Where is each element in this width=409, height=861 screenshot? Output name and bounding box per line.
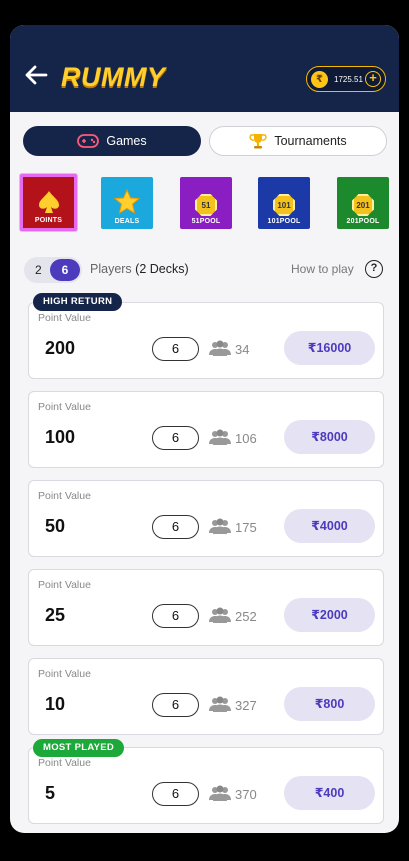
point-value: 50 bbox=[45, 516, 66, 536]
app-screen: RUMMY ₹ 1725.51 + Games Tournaments POIN… bbox=[10, 25, 399, 833]
entry-fee-button[interactable]: ₹4000 bbox=[284, 509, 375, 543]
players-option-6[interactable]: 6 bbox=[50, 259, 80, 281]
variant-201-pool-label: 201POOL bbox=[346, 218, 380, 225]
entry-fee-button[interactable]: ₹800 bbox=[284, 687, 375, 721]
variant-deals-label: DEALS bbox=[114, 218, 140, 225]
seat-count: 6 bbox=[152, 337, 199, 361]
players-online-icon bbox=[209, 429, 231, 445]
table-row[interactable]: Point Value 10 6 327 ₹800 bbox=[28, 658, 384, 735]
variant-51-pool-label: 51POOL bbox=[191, 218, 221, 225]
entry-fee-button[interactable]: ₹400 bbox=[284, 776, 375, 810]
players-online-count: 370 bbox=[235, 787, 257, 802]
most-played-badge: MOST PLAYED bbox=[33, 739, 125, 757]
tab-tournaments[interactable]: Tournaments bbox=[209, 126, 387, 156]
pool-201-coin-icon: 201 bbox=[352, 194, 374, 216]
players-online-icon bbox=[209, 785, 231, 801]
tab-games[interactable]: Games bbox=[23, 126, 201, 156]
pool-101-coin-icon: 101 bbox=[273, 194, 295, 216]
players-online-count: 252 bbox=[235, 609, 257, 624]
tab-tournaments-label: Tournaments bbox=[274, 134, 347, 148]
variant-201-pool[interactable]: 201 201POOL bbox=[337, 177, 389, 229]
point-value: 25 bbox=[45, 605, 66, 625]
players-label: Players (2 Decks) bbox=[90, 262, 189, 276]
players-online-icon bbox=[209, 607, 231, 623]
point-value-label: Point Value bbox=[38, 579, 91, 591]
entry-fee-button[interactable]: ₹16000 bbox=[284, 331, 375, 365]
players-option-2[interactable]: 2 bbox=[35, 263, 42, 277]
rupee-coin-icon: ₹ bbox=[311, 70, 328, 88]
seat-count: 6 bbox=[152, 426, 199, 450]
entry-fee-button[interactable]: ₹2000 bbox=[284, 598, 375, 632]
table-row[interactable]: Point Value 25 6 252 ₹2000 bbox=[28, 569, 384, 646]
table-row[interactable]: Point Value 200 6 34 ₹16000 bbox=[28, 302, 384, 379]
point-value: 200 bbox=[45, 338, 76, 358]
seat-count: 6 bbox=[152, 693, 199, 717]
add-money-button[interactable]: + bbox=[365, 71, 381, 87]
seat-count: 6 bbox=[152, 515, 199, 539]
table-row[interactable]: Point Value 5 6 370 ₹400 bbox=[28, 747, 384, 824]
tab-games-label: Games bbox=[106, 134, 147, 148]
seat-count: 6 bbox=[152, 782, 199, 806]
point-value-label: Point Value bbox=[38, 401, 91, 413]
how-to-play-link[interactable]: How to play bbox=[291, 262, 354, 276]
players-online-icon bbox=[209, 518, 231, 534]
variant-points[interactable]: POINTS bbox=[20, 174, 77, 231]
page-title: RUMMY bbox=[61, 62, 166, 92]
trophy-icon bbox=[249, 134, 267, 149]
players-online-count: 175 bbox=[235, 520, 257, 535]
players-online-count: 106 bbox=[235, 431, 257, 446]
back-arrow-icon[interactable] bbox=[24, 65, 48, 85]
players-online-icon bbox=[209, 340, 231, 356]
header: RUMMY ₹ 1725.51 + bbox=[10, 25, 399, 112]
gamepad-icon bbox=[77, 134, 100, 148]
help-icon[interactable]: ? bbox=[365, 260, 383, 278]
high-return-badge: HIGH RETURN bbox=[33, 293, 123, 311]
table-row[interactable]: Point Value 100 6 106 ₹8000 bbox=[28, 391, 384, 468]
point-value-label: Point Value bbox=[38, 668, 91, 680]
point-value: 5 bbox=[45, 783, 56, 803]
spade-icon bbox=[38, 191, 59, 213]
players-toggle[interactable]: 2 6 bbox=[24, 257, 82, 283]
point-value-label: Point Value bbox=[38, 490, 91, 502]
variant-101-pool[interactable]: 101 101POOL bbox=[258, 177, 310, 229]
point-value: 100 bbox=[45, 427, 76, 447]
variant-51-pool[interactable]: 51 51POOL bbox=[180, 177, 232, 229]
variant-deals[interactable]: DEALS bbox=[101, 177, 153, 229]
players-online-count: 34 bbox=[235, 342, 250, 357]
variant-101-pool-label: 101POOL bbox=[267, 218, 301, 225]
players-online-icon bbox=[209, 696, 231, 712]
table-row[interactable]: Point Value 50 6 175 ₹4000 bbox=[28, 480, 384, 557]
point-value-label: Point Value bbox=[38, 312, 91, 324]
players-online-count: 327 bbox=[235, 698, 257, 713]
wallet-balance[interactable]: ₹ 1725.51 + bbox=[306, 66, 386, 92]
variant-points-label: POINTS bbox=[34, 217, 63, 224]
star-icon bbox=[113, 188, 141, 215]
pool-51-coin-icon: 51 bbox=[195, 194, 217, 216]
seat-count: 6 bbox=[152, 604, 199, 628]
deck-count: (2 Decks) bbox=[135, 262, 189, 276]
point-value: 10 bbox=[45, 694, 66, 714]
wallet-amount: 1725.51 bbox=[334, 74, 363, 84]
point-value-label: Point Value bbox=[38, 757, 91, 769]
entry-fee-button[interactable]: ₹8000 bbox=[284, 420, 375, 454]
